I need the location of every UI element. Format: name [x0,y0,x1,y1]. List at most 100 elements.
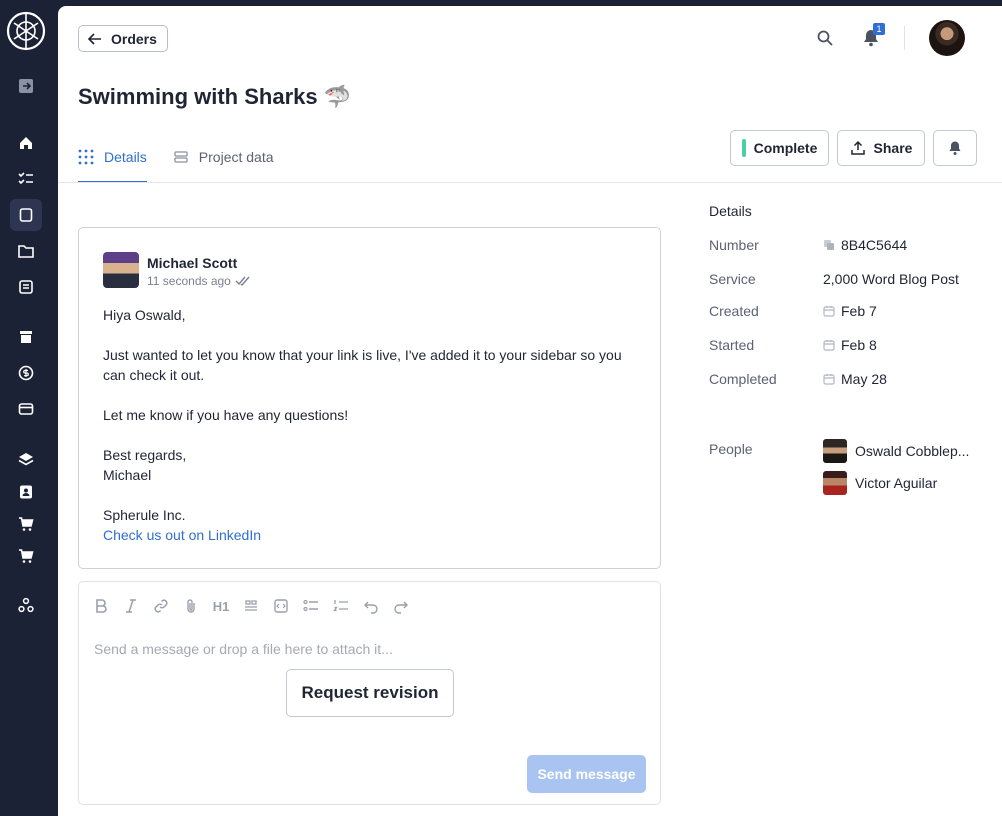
status-bar [741,139,746,157]
database-icon [174,151,188,163]
detail-row-service: Service 2,000 Word Blog Post [709,271,959,287]
detail-row-created: Created Feb 7 [709,303,877,319]
upload-icon [850,140,865,155]
complete-button-label: Complete [753,140,818,156]
italic-icon[interactable] [121,596,141,616]
quote-icon[interactable] [241,596,261,616]
contacts-icon[interactable] [16,482,36,502]
link-icon[interactable] [151,596,171,616]
detail-label: Number [709,237,759,253]
home-icon[interactable] [16,133,36,153]
redo-icon[interactable] [391,596,411,616]
person-name: Victor Aguilar [855,475,938,491]
subscribe-bell-button[interactable] [933,130,977,166]
person-item[interactable]: Victor Aguilar [823,471,937,495]
people-label: People [709,441,753,457]
detail-label: Created [709,303,759,319]
attach-icon[interactable] [181,596,201,616]
copy-icon[interactable] [823,239,835,251]
message-greeting: Hiya Oswald, [103,307,186,323]
share-button-label: Share [873,140,913,156]
detail-value: Feb 7 [823,303,877,319]
tab-bar: Details Project data [78,146,274,183]
back-to-orders-button[interactable]: Orders [78,25,168,52]
detail-label: Service [709,271,756,287]
back-button-label: Orders [111,30,157,47]
detail-value: May 28 [823,371,887,387]
search-icon[interactable] [816,29,834,47]
folder-icon[interactable] [16,241,36,261]
arrow-left-icon [87,32,101,45]
message-questions: Let me know if you have any questions! [103,407,349,423]
detail-row-completed: Completed May 28 [709,371,887,387]
orders-icon[interactable] [16,205,36,225]
tab-project-data[interactable]: Project data [173,146,274,183]
card-icon[interactable] [16,399,36,419]
message-timestamp: 11 seconds ago [147,274,251,288]
linkedin-link[interactable]: Check us out on LinkedIn [103,527,261,543]
person-name: Oswald Cobblep... [855,443,970,459]
page-title: Swimming with Sharks 🦈 [78,84,351,110]
heading-icon[interactable]: H1 [211,596,231,616]
tabs-divider [58,182,1002,183]
details-heading: Details [709,203,752,219]
page-title-text: Swimming with Sharks [78,84,318,109]
message-card: Michael Scott 11 seconds ago Hiya Oswald… [78,227,661,569]
calendar-icon [823,374,835,385]
person-avatar [823,439,847,463]
completed-date: May 28 [841,371,887,387]
integrations-icon[interactable] [16,595,36,615]
author-avatar [103,252,139,288]
service-value: 2,000 Word Blog Post [823,271,959,287]
message-signoff: Best regards, [103,447,187,463]
request-revision-button[interactable]: Request revision [286,669,454,717]
billing-icon[interactable] [16,363,36,383]
created-date: Feb 7 [841,303,877,319]
detail-value: Feb 8 [823,337,877,353]
code-icon[interactable] [271,596,291,616]
double-check-icon [235,276,250,287]
undo-icon[interactable] [361,596,381,616]
message-body: Hiya Oswald, Just wanted to let you know… [103,305,633,545]
detail-label: Started [709,337,755,353]
main-panel: Orders 1 Swimming with Sharks 🦈 Details … [58,6,1002,816]
order-number: 8B4C5644 [841,237,908,253]
detail-value: 8B4C5644 [823,237,907,253]
header-divider [904,26,905,50]
store-icon[interactable] [16,327,36,347]
detail-row-number: Number 8B4C5644 [709,237,907,253]
cart-icon[interactable] [16,546,36,566]
message-composer: H1 Send a message or drop a file here to… [78,581,661,805]
logo-icon[interactable] [6,11,46,51]
bold-icon[interactable] [91,596,111,616]
message-company: Spherule Inc. [103,507,186,523]
tab-details[interactable]: Details [78,146,147,183]
send-message-button[interactable]: Send message [527,755,646,793]
numbered-list-icon[interactable] [331,596,351,616]
calendar-icon [823,340,835,351]
layers-icon[interactable] [16,449,36,469]
tab-details-label: Details [104,149,147,165]
share-button[interactable]: Share [837,130,925,166]
detail-label: Completed [709,371,777,387]
cart-icon[interactable] [16,514,36,534]
message-input[interactable]: Send a message or drop a file here to at… [94,641,393,657]
message-time-text: 11 seconds ago [147,274,231,288]
sidebar [0,0,52,816]
messages-icon[interactable] [16,277,36,297]
grid-dots-icon [78,149,94,165]
bell-icon [949,141,961,155]
message-paragraph: Just wanted to let you know that your li… [103,347,622,383]
complete-button[interactable]: Complete [730,130,829,166]
notification-badge: 1 [873,23,885,35]
person-item[interactable]: Oswald Cobblep... [823,439,969,463]
person-avatar [823,471,847,495]
formatting-toolbar: H1 [91,596,411,616]
calendar-icon [823,306,835,317]
user-avatar[interactable] [929,20,965,56]
tab-project-data-label: Project data [198,149,274,165]
message-signer: Michael [103,467,152,483]
collapse-sidebar-icon[interactable] [16,76,36,96]
tasks-icon[interactable] [16,168,36,188]
bullet-list-icon[interactable] [301,596,321,616]
